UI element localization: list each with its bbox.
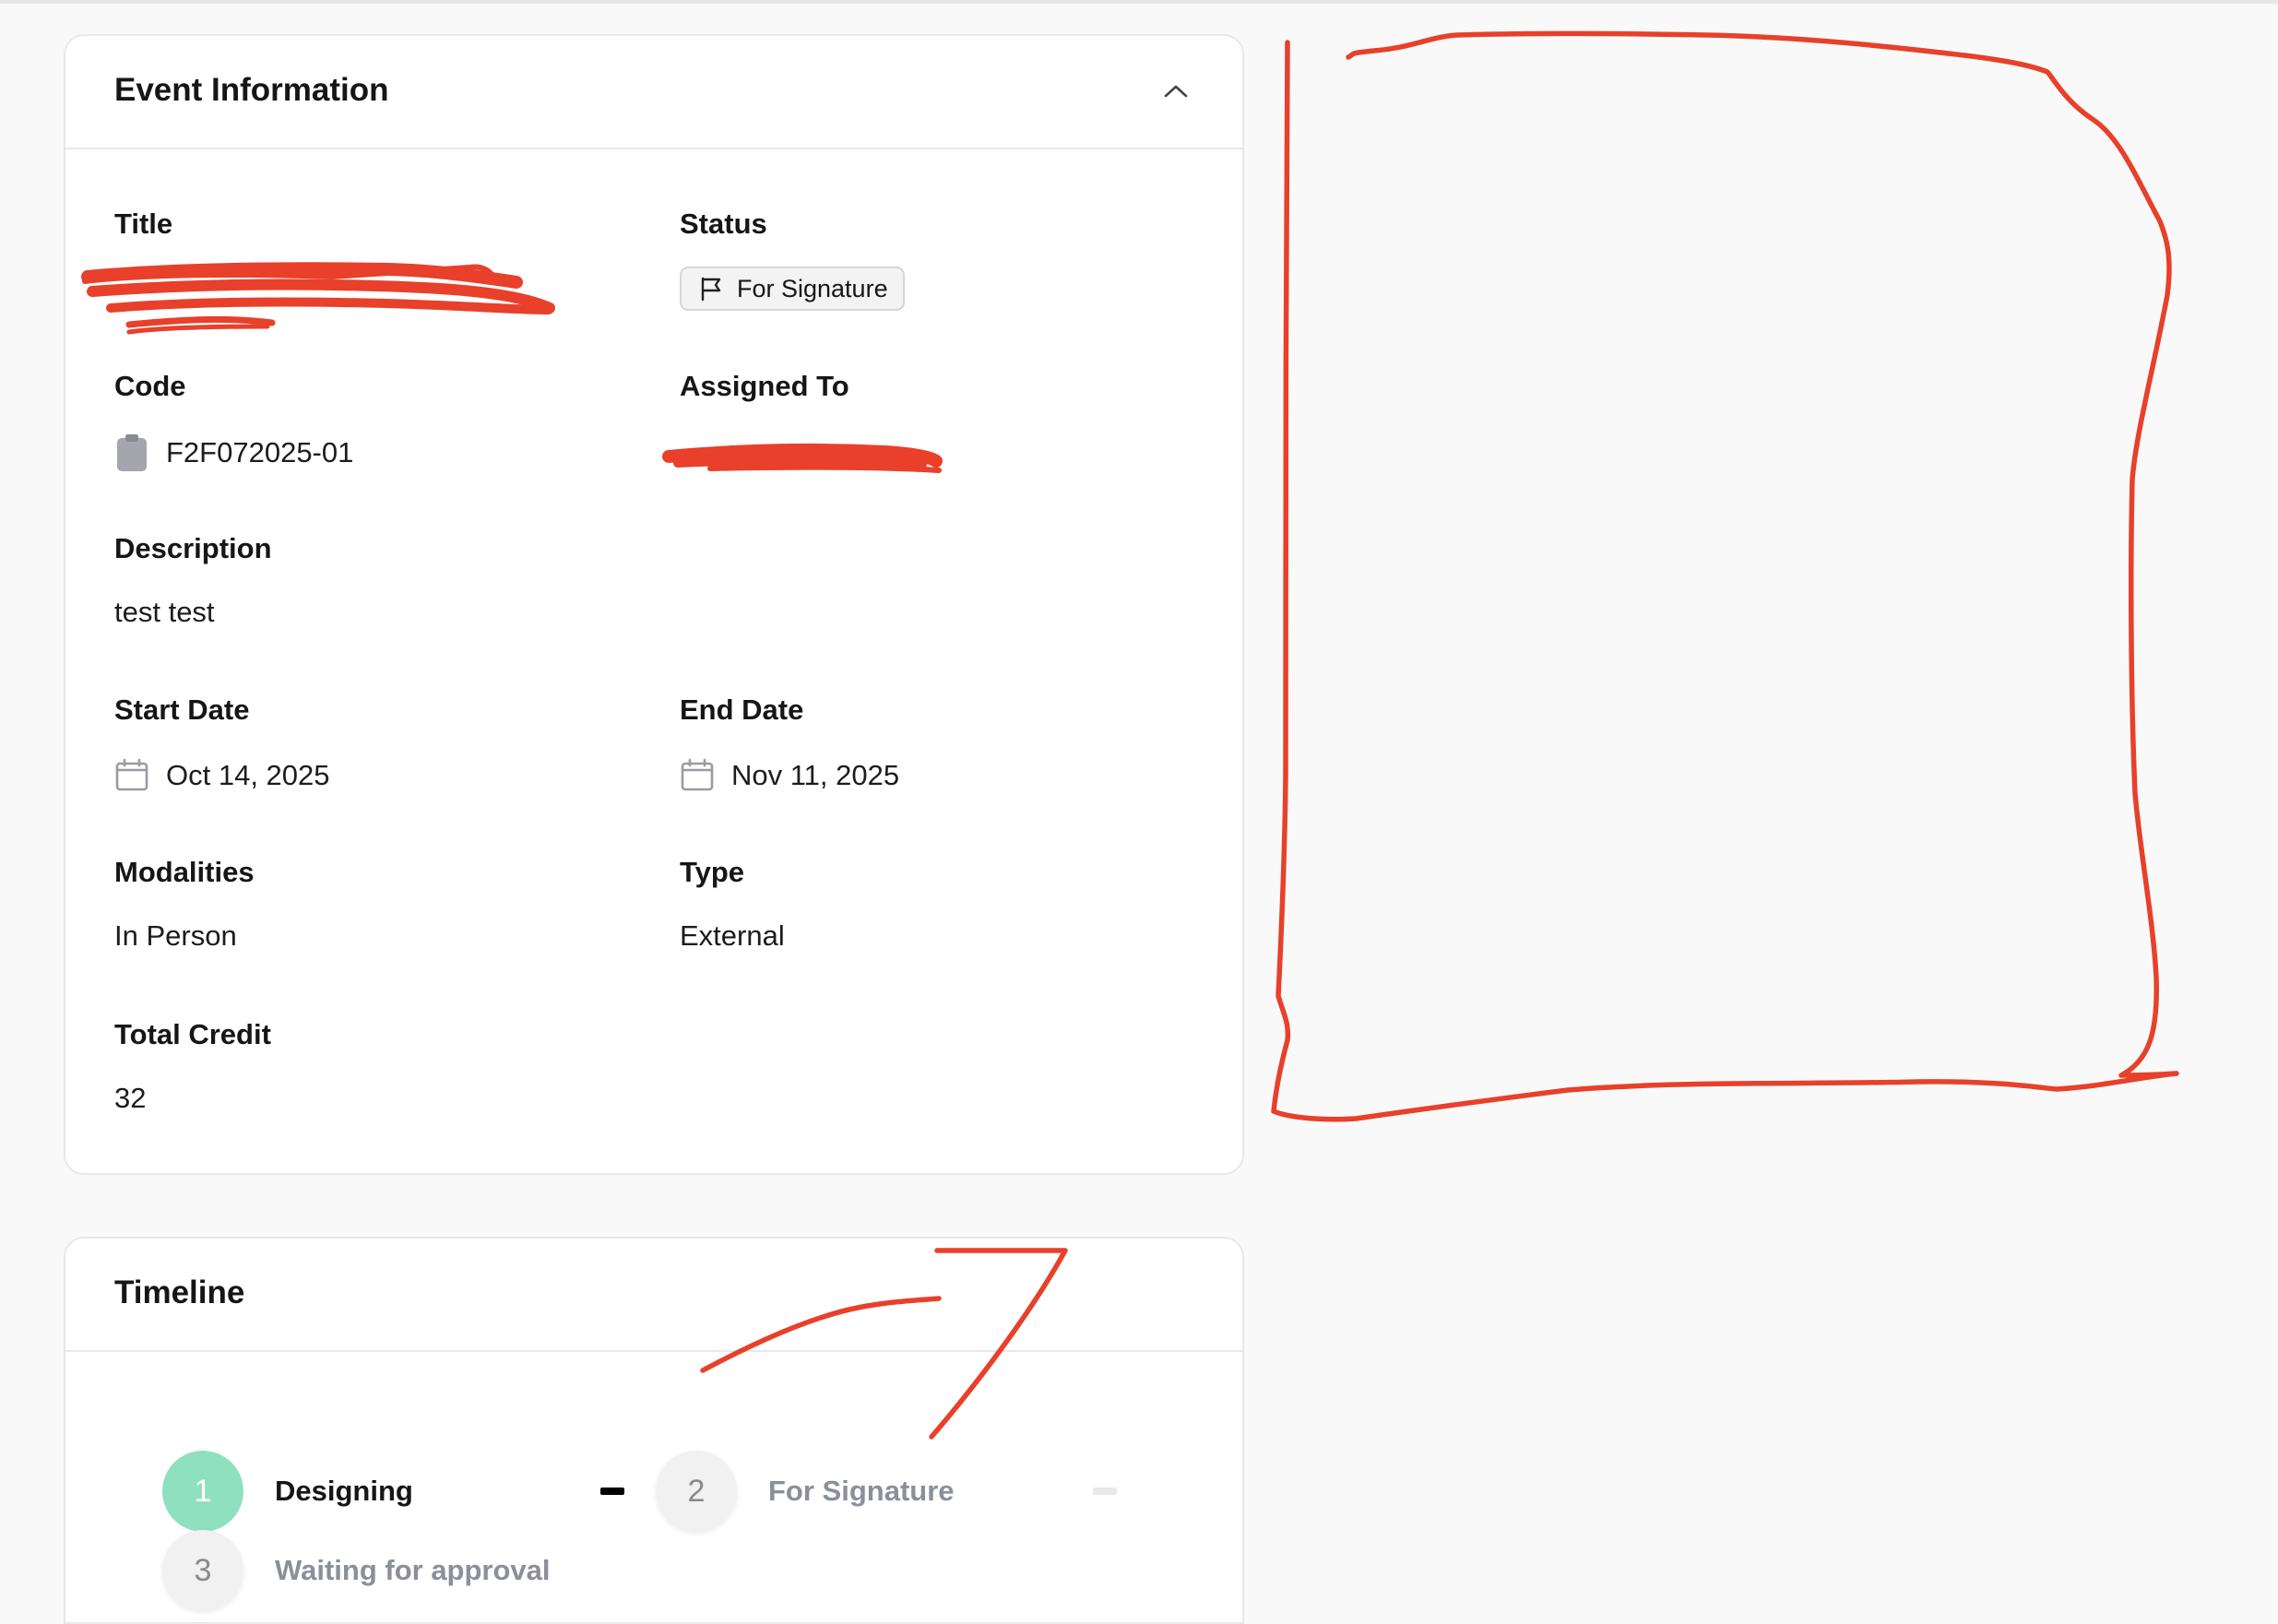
code-text: F2F072025-01	[166, 436, 354, 468]
step-connector	[1093, 1488, 1117, 1495]
type-label: Type	[680, 856, 745, 888]
timeline-header: Timeline	[65, 1239, 1242, 1352]
annotation-box	[1271, 30, 2179, 1122]
end-date-field: End Date	[680, 693, 803, 727]
status-value: For Signature	[680, 267, 905, 311]
chevron-up-icon	[1164, 85, 1188, 98]
calendar-icon	[114, 758, 149, 793]
title-label: Title	[114, 207, 173, 240]
start-date-value: Oct 14, 2025	[114, 758, 330, 793]
flag-icon	[698, 275, 726, 302]
collapse-button[interactable]	[1156, 71, 1196, 112]
title-field: Title	[114, 207, 172, 241]
step-number-circle: 2	[656, 1451, 737, 1532]
step-number-circle: 1	[162, 1451, 243, 1532]
type-value: External	[680, 919, 785, 952]
start-date-field: Start Date	[114, 693, 249, 727]
assigned-to-field: Assigned To	[680, 370, 849, 403]
total-credit-field: Total Credit	[114, 1018, 271, 1051]
step-label: For Signature	[768, 1475, 955, 1507]
end-date-value: Nov 11, 2025	[680, 758, 899, 793]
start-date-text: Oct 14, 2025	[166, 759, 330, 791]
type-field: Type	[680, 856, 744, 889]
timeline-step-1: 1 Designing	[162, 1451, 413, 1532]
end-date-text: Nov 11, 2025	[731, 759, 900, 791]
status-label: Status	[680, 207, 767, 240]
step-connector	[600, 1488, 624, 1495]
code-label: Code	[114, 370, 186, 402]
event-information-card: Event Information Title Status For Signa…	[64, 34, 1244, 1175]
end-date-label: End Date	[680, 693, 804, 726]
status-badge: For Signature	[680, 267, 905, 311]
modalities-value: In Person	[114, 919, 237, 952]
status-badge-label: For Signature	[737, 274, 888, 302]
start-date-label: Start Date	[114, 693, 250, 726]
calendar-icon	[680, 758, 715, 793]
total-credit-value: 32	[114, 1082, 147, 1114]
modalities-field: Modalities	[114, 856, 255, 889]
code-field: Code	[114, 370, 186, 403]
modalities-label: Modalities	[114, 856, 255, 888]
top-divider	[0, 0, 2278, 4]
card-title: Timeline	[114, 1274, 245, 1310]
step-number-circle: 3	[162, 1530, 243, 1611]
step-label: Designing	[275, 1475, 413, 1507]
clipboard-icon	[114, 433, 149, 473]
status-field: Status	[680, 207, 767, 241]
event-information-header: Event Information	[65, 36, 1242, 149]
description-field: Description	[114, 532, 272, 565]
description-value: test test	[114, 596, 215, 628]
code-value: F2F072025-01	[114, 433, 353, 473]
step-label: Waiting for approval	[275, 1554, 551, 1586]
timeline-step-2: 2 For Signature	[656, 1451, 955, 1532]
card-title: Event Information	[114, 72, 389, 108]
timeline-step-3: 3 Waiting for approval	[162, 1530, 551, 1611]
total-credit-label: Total Credit	[114, 1018, 271, 1050]
assigned-to-label: Assigned To	[680, 370, 849, 402]
timeline-card: Timeline 1 Designing 2 For Signature 3 W…	[64, 1237, 1244, 1624]
description-label: Description	[114, 532, 272, 564]
